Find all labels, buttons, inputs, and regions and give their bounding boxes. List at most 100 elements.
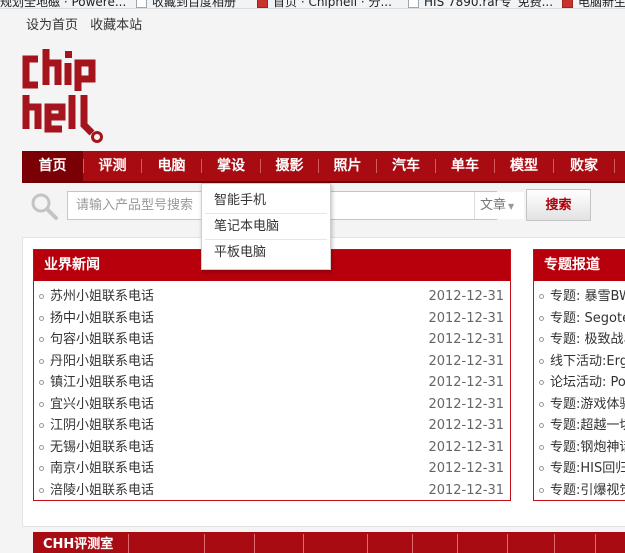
add-favorite-link[interactable]: 收藏本站 xyxy=(90,18,142,33)
bookmark-item[interactable]: HIS 7890.rar专_免费... xyxy=(424,0,553,8)
nav-computer[interactable]: 电脑 xyxy=(142,151,201,181)
nav-models[interactable]: 模型 xyxy=(495,151,553,181)
lab-divider xyxy=(367,534,368,553)
news-title[interactable]: 扬中小姐联系电话 xyxy=(50,311,154,326)
nav-bikes[interactable]: 单车 xyxy=(436,151,494,181)
topic-item[interactable]: 线下活动:Erg xyxy=(534,351,625,373)
news-date: 2012-12-31 xyxy=(428,418,504,433)
lab-divider xyxy=(303,534,304,553)
menu-item-tablet[interactable]: 平板电脑 xyxy=(205,240,327,266)
topic-title[interactable]: 线下活动:Erg xyxy=(550,354,625,369)
handheld-dropdown-menu: 智能手机 笔记本电脑 平板电脑 xyxy=(201,183,331,270)
logo-circuit-node xyxy=(91,131,103,143)
menu-item-laptop[interactable]: 笔记本电脑 xyxy=(205,214,327,240)
search-type-select[interactable]: 文章 ▼ xyxy=(474,192,524,219)
topic-item[interactable]: 专题:钢炮神话 xyxy=(534,437,625,459)
bullet-icon xyxy=(39,380,44,385)
news-item[interactable]: 苏州小姐联系电话 2012-12-31 xyxy=(34,286,510,308)
topic-item[interactable]: 论坛活动: Pow xyxy=(534,372,625,394)
bullet-icon xyxy=(539,358,544,364)
bookmark-item[interactable]: 首页 · Chiphell · 分... xyxy=(273,0,392,8)
news-title[interactable]: 南京小姐联系电话 xyxy=(50,461,154,476)
news-title[interactable]: 丹阳小姐联系电话 xyxy=(50,354,154,369)
chiphell-logo[interactable] xyxy=(20,45,106,145)
news-item[interactable]: 丹阳小姐联系电话 2012-12-31 xyxy=(34,351,510,373)
nav-photos[interactable]: 照片 xyxy=(319,151,376,181)
lab-divider xyxy=(412,534,413,553)
nav-photography[interactable]: 摄影 xyxy=(261,151,318,181)
nav-handheld[interactable]: 掌设 xyxy=(202,151,260,181)
topic-item[interactable]: 专题: 极致战斗 xyxy=(534,329,625,351)
topic-reports-title: 专题报道 xyxy=(534,250,625,281)
bookmark-item[interactable]: 收藏到百度相册 xyxy=(152,0,236,8)
bullet-icon xyxy=(539,487,544,493)
topic-title[interactable]: 专题:超越一切 xyxy=(550,418,625,433)
lab-bar: CHH评测室 xyxy=(33,532,625,553)
news-title[interactable]: 苏州小姐联系电话 xyxy=(50,289,154,304)
nav-divider xyxy=(614,159,615,173)
news-date: 2012-12-31 xyxy=(428,332,504,347)
news-date: 2012-12-31 xyxy=(428,375,504,390)
set-homepage-link[interactable]: 设为首页 xyxy=(26,18,78,33)
news-item[interactable]: 涪陵小姐联系电话 2012-12-31 xyxy=(34,480,510,502)
topic-item[interactable]: 专题:引爆视觉 xyxy=(534,480,625,501)
news-title[interactable]: 句容小姐联系电话 xyxy=(50,332,154,347)
menu-item-smartphone[interactable]: 智能手机 xyxy=(205,188,327,214)
bullet-icon xyxy=(539,401,544,407)
top-links: 设为首页 收藏本站 xyxy=(26,14,150,33)
news-title[interactable]: 涪陵小姐联系电话 xyxy=(50,483,154,498)
topic-title[interactable]: 专题: Segote xyxy=(550,311,625,326)
news-title[interactable]: 宜兴小姐联系电话 xyxy=(50,397,154,412)
news-date: 2012-12-31 xyxy=(428,439,504,455)
news-item[interactable]: 镇江小姐联系电话 2012-12-31 xyxy=(34,372,510,394)
topic-list: 专题: 暴雪BW 专题: Segote 专题: 极致战斗 线下活动:Erg 论坛… xyxy=(534,281,625,501)
search-button[interactable]: 搜索 xyxy=(526,189,591,221)
nav-shopping[interactable]: 败家 xyxy=(554,151,614,181)
news-date: 2012-12-31 xyxy=(428,482,504,498)
news-item[interactable]: 句容小姐联系电话 2012-12-31 xyxy=(34,329,510,351)
news-item[interactable]: 宜兴小姐联系电话 2012-12-31 xyxy=(34,394,510,416)
topic-reports-panel: 专题报道 专题: 暴雪BW 专题: Segote 专题: 极致战斗 线下活动:E… xyxy=(533,249,625,501)
bullet-icon xyxy=(39,315,44,321)
lab-divider xyxy=(554,534,555,553)
bookmark-item[interactable]: 电脑新生 xyxy=(578,0,625,8)
news-date: 2012-12-31 xyxy=(428,289,504,304)
topic-title[interactable]: 专题:HIS回归 xyxy=(550,461,625,476)
news-item[interactable]: 南京小姐联系电话 2012-12-31 xyxy=(34,458,510,480)
topic-title[interactable]: 专题:引爆视觉 xyxy=(550,483,625,498)
news-item[interactable]: 无锡小姐联系电话 2012-12-31 xyxy=(34,437,510,459)
bullet-icon xyxy=(39,487,44,493)
news-list: 苏州小姐联系电话 2012-12-31 扬中小姐联系电话 2012-12-31 句容… xyxy=(34,281,510,501)
page-icon xyxy=(408,0,419,8)
topic-item[interactable]: 专题: Segote xyxy=(534,308,625,330)
topic-title[interactable]: 论坛活动: Pow xyxy=(550,375,625,390)
bullet-icon xyxy=(539,423,544,428)
lab-title[interactable]: CHH评测室 xyxy=(33,532,128,553)
topic-item[interactable]: 专题:游戏体验 xyxy=(534,394,625,416)
topic-item[interactable]: 专题:HIS回归 xyxy=(534,458,625,480)
bookmark-item[interactable]: 规划全地磁 · Powere... xyxy=(0,0,126,8)
news-title[interactable]: 无锡小姐联系电话 xyxy=(50,440,154,455)
news-item[interactable]: 扬中小姐联系电话 2012-12-31 xyxy=(34,308,510,330)
news-date: 2012-12-31 xyxy=(428,461,504,476)
bullet-icon xyxy=(539,315,544,321)
lab-divider xyxy=(204,534,205,553)
lab-divider xyxy=(595,534,596,553)
bullet-icon xyxy=(39,423,44,428)
topic-item[interactable]: 专题:超越一切 xyxy=(534,415,625,437)
topic-title[interactable]: 专题:游戏体验 xyxy=(550,397,625,412)
bullet-icon xyxy=(539,337,544,342)
lab-divider xyxy=(254,534,255,553)
nav-cars[interactable]: 汽车 xyxy=(377,151,435,181)
news-item[interactable]: 江阴小姐联系电话 2012-12-31 xyxy=(34,415,510,437)
news-title[interactable]: 江阴小姐联系电话 xyxy=(50,418,154,433)
news-date: 2012-12-31 xyxy=(428,353,504,369)
nav-reviews[interactable]: 评测 xyxy=(84,151,141,181)
nav-home[interactable]: 首页 xyxy=(22,151,83,181)
topic-title[interactable]: 专题:钢炮神话 xyxy=(550,440,625,455)
bullet-icon xyxy=(39,358,44,364)
news-title[interactable]: 镇江小姐联系电话 xyxy=(50,375,154,390)
topic-title[interactable]: 专题: 暴雪BW xyxy=(550,289,625,304)
topic-item[interactable]: 专题: 暴雪BW xyxy=(534,286,625,308)
topic-title[interactable]: 专题: 极致战斗 xyxy=(550,332,625,347)
